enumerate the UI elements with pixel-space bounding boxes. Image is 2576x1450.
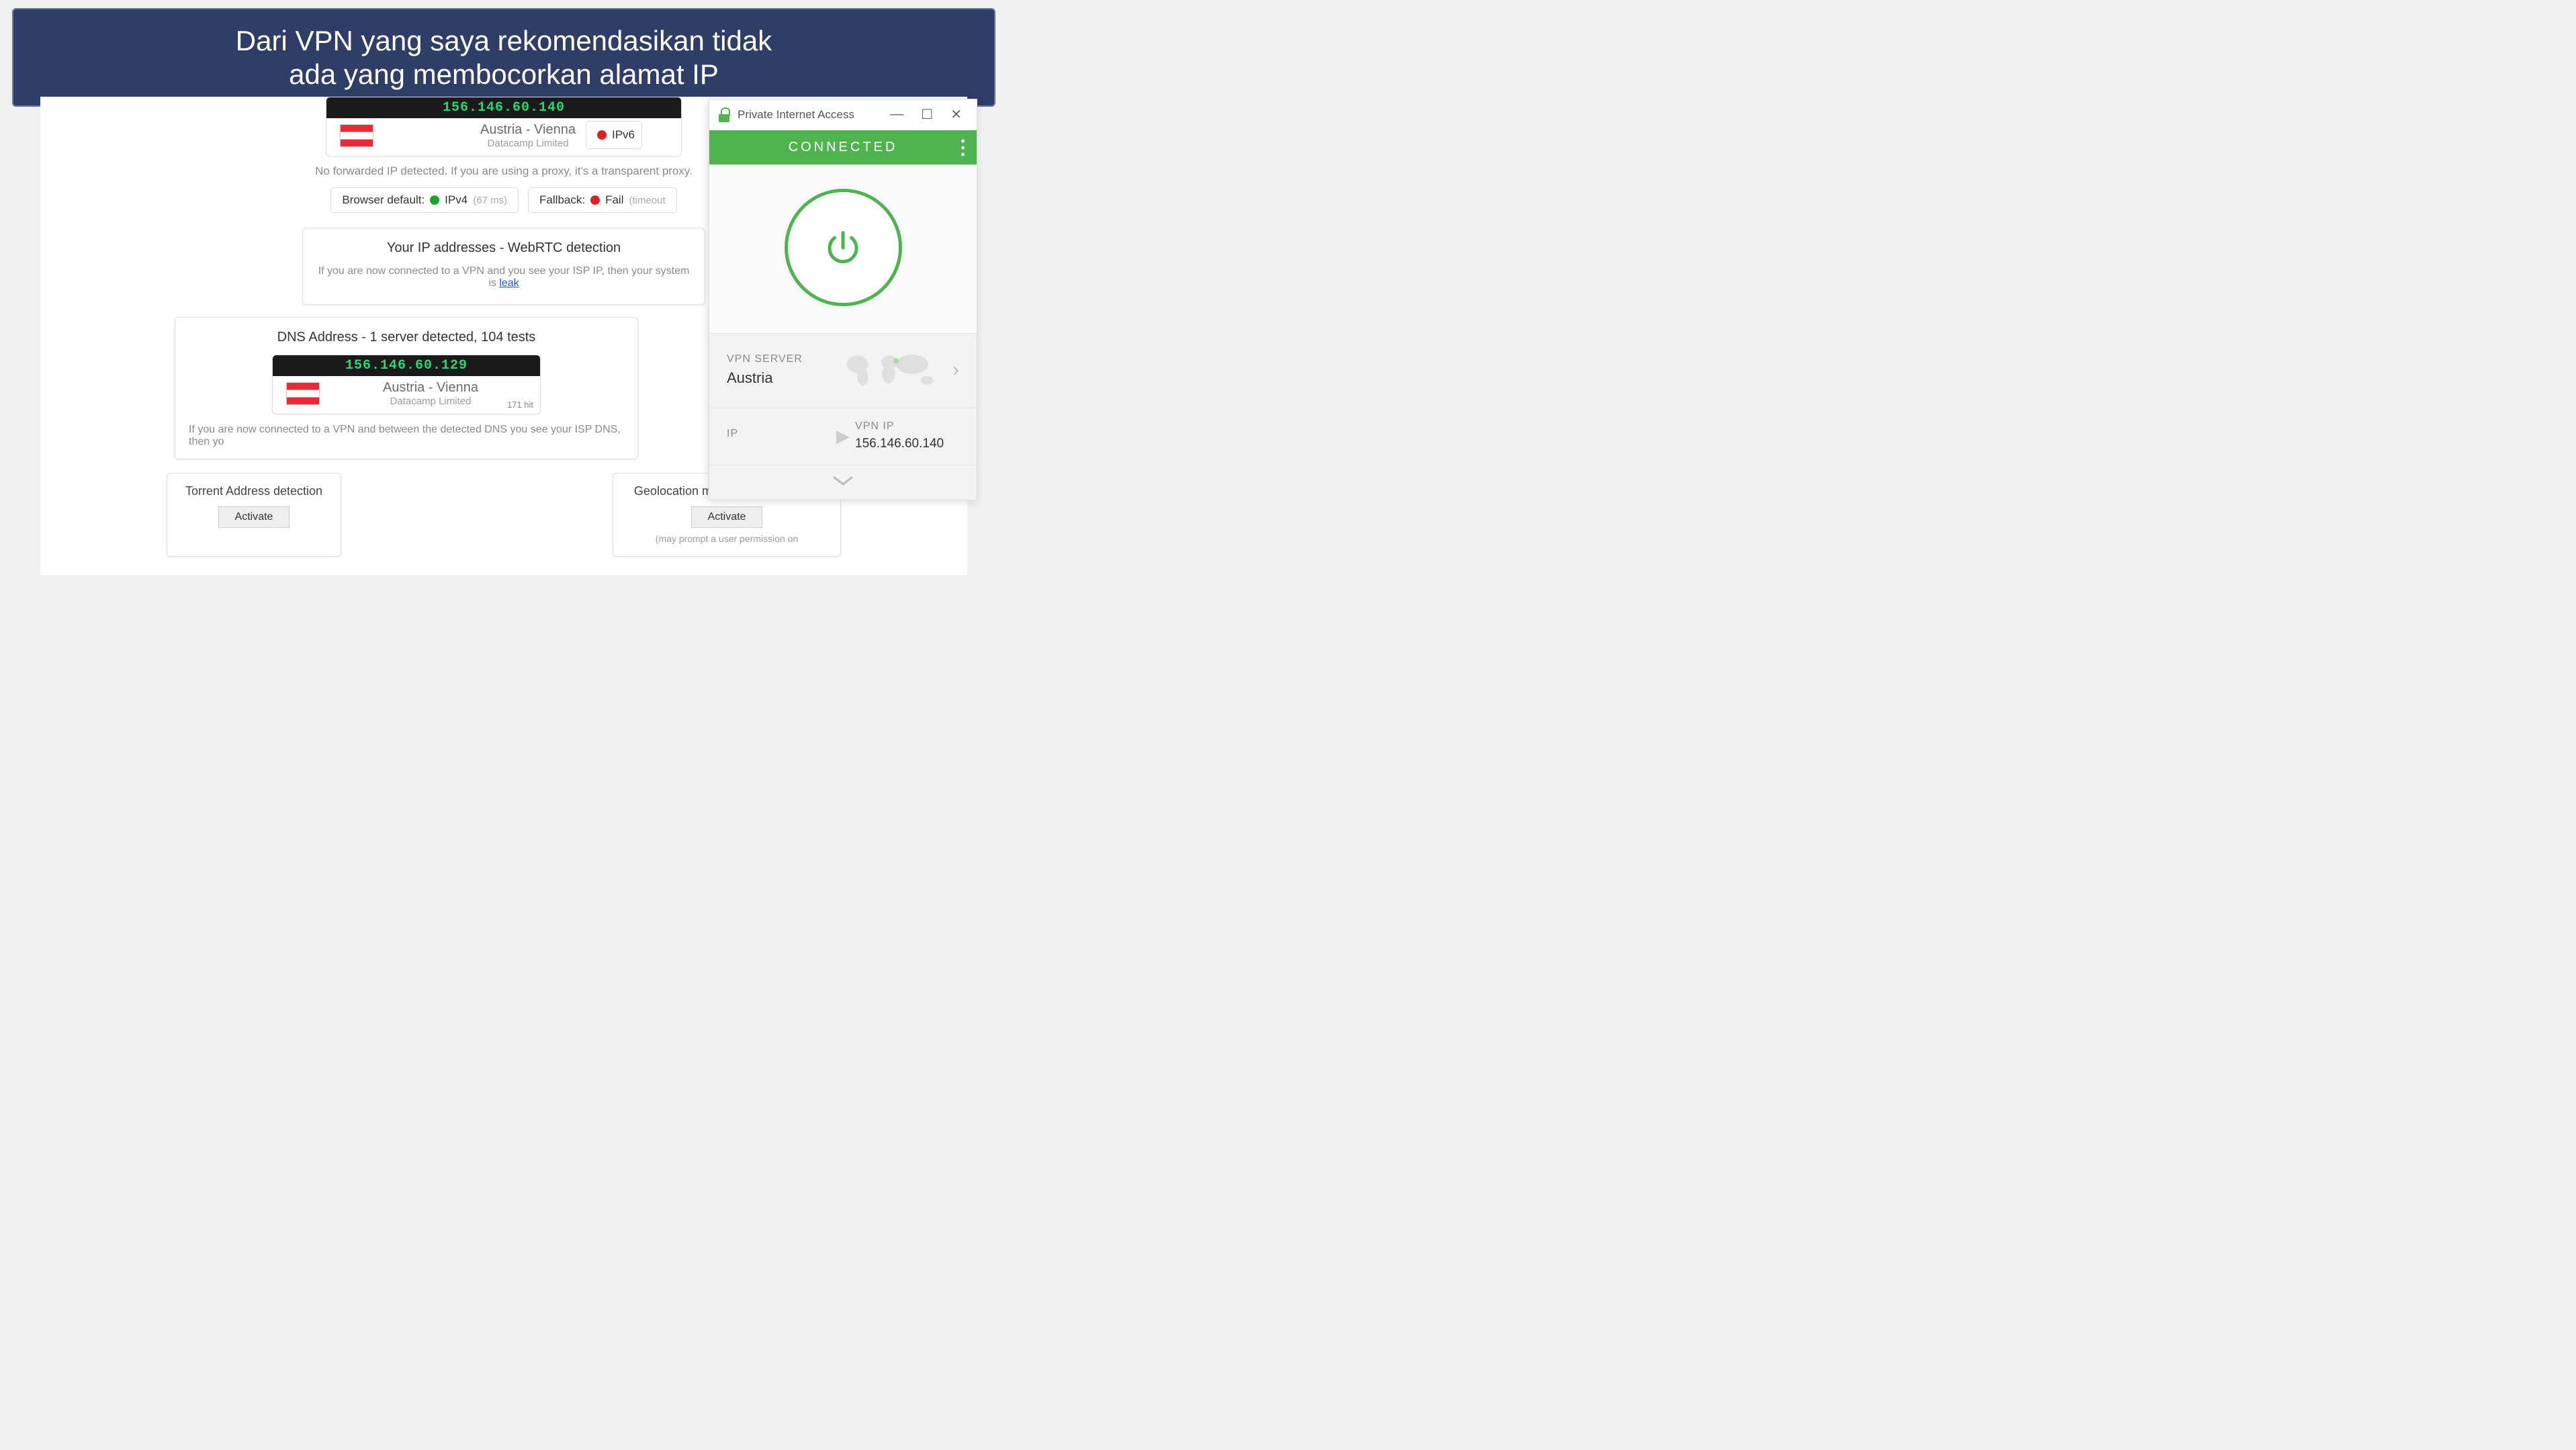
pia-ip-section: IP ▶ VPN IP 156.146.60.140: [709, 408, 977, 465]
lock-icon: [719, 107, 731, 122]
dns-hits: 171 hit: [507, 400, 533, 410]
webrtc-title: Your IP addresses - WebRTC detection: [318, 240, 690, 256]
torrent-title: Torrent Address detection: [177, 484, 331, 498]
pia-titlebar[interactable]: Private Internet Access — ☐ ✕: [709, 99, 977, 130]
geo-note: (may prompt a user permission on: [623, 533, 831, 544]
dns-location: Austria - Vienna: [330, 380, 531, 396]
torrent-activate-button[interactable]: Activate: [218, 506, 290, 528]
austria-flag-icon: [286, 382, 320, 405]
expand-button[interactable]: [709, 465, 977, 500]
webrtc-card: Your IP addresses - WebRTC detection If …: [302, 228, 705, 305]
ip-label: IP: [727, 428, 831, 440]
arrow-right-icon: ▶: [836, 426, 850, 447]
dns-ip-bar: 156.146.60.129: [273, 355, 540, 376]
austria-flag-icon: [340, 124, 373, 147]
close-button[interactable]: ✕: [945, 106, 967, 123]
fallback-pill: Fallback: Fail (timeout: [528, 187, 677, 213]
dns-note: If you are now connected to a VPN and be…: [189, 424, 624, 448]
maximize-button[interactable]: ☐: [916, 106, 938, 123]
chevron-right-icon: ›: [952, 359, 959, 381]
vpn-server-value: Austria: [727, 369, 803, 387]
chevron-down-icon: [832, 475, 854, 487]
browser-default-pill: Browser default: IPv4 (67 ms): [330, 187, 519, 213]
leak-link[interactable]: leak: [499, 277, 519, 289]
dns-title: DNS Address - 1 server detected, 104 tes…: [189, 330, 624, 345]
power-toggle-button[interactable]: [785, 189, 902, 306]
status-dot-green-icon: [430, 195, 439, 205]
ipv6-pill: IPv6: [586, 121, 642, 149]
pia-power-area: [709, 165, 977, 333]
pia-status-bar: CONNECTED: [709, 130, 977, 165]
headline-banner: Dari VPN yang saya rekomendasikan tidak …: [12, 8, 995, 107]
pia-server-section[interactable]: VPN SERVER Austria ›: [709, 333, 977, 408]
dns-card: DNS Address - 1 server detected, 104 tes…: [175, 317, 638, 459]
power-icon: [823, 228, 863, 268]
pia-app-window: Private Internet Access — ☐ ✕ CONNECTED …: [709, 99, 977, 500]
status-dot-red-icon: [590, 195, 600, 205]
webrtc-note: If you are now connected to a VPN and yo…: [318, 265, 690, 289]
banner-line2: ada yang membocorkan alamat IP: [289, 58, 719, 90]
world-map-icon: [837, 346, 944, 394]
ip-address-bar: 156.146.60.140: [326, 97, 681, 118]
dns-isp: Datacamp Limited: [330, 396, 531, 407]
vpn-server-label: VPN SERVER: [727, 353, 803, 365]
vpn-ip-label: VPN IP: [855, 420, 959, 433]
status-dot-red-icon: [597, 130, 607, 140]
pia-status-text: CONNECTED: [789, 140, 898, 154]
kebab-menu-icon[interactable]: [961, 139, 965, 156]
pia-app-title: Private Internet Access: [738, 108, 878, 122]
vpn-ip-value: 156.146.60.140: [855, 437, 959, 451]
dns-ip-card: 156.146.60.129 Austria - Vienna Datacamp…: [272, 355, 541, 414]
minimize-button[interactable]: —: [885, 107, 909, 122]
geo-activate-button[interactable]: Activate: [691, 506, 763, 528]
torrent-card: Torrent Address detection Activate: [167, 473, 341, 557]
banner-line1: Dari VPN yang saya rekomendasikan tidak: [236, 25, 772, 56]
